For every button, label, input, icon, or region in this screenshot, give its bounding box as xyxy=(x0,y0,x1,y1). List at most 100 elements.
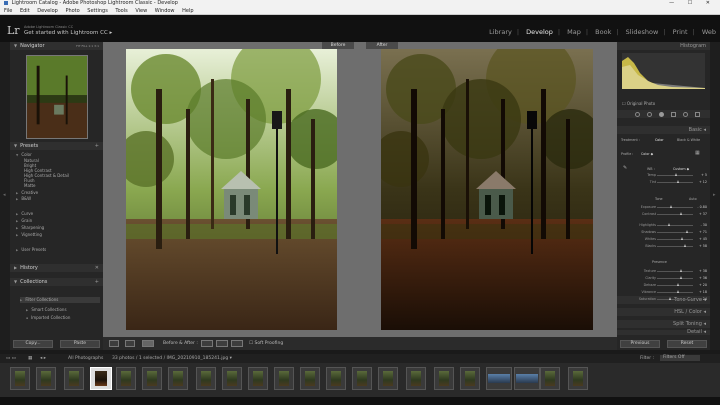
menu-photo[interactable]: Photo xyxy=(65,8,79,14)
menu-file[interactable]: File xyxy=(4,8,12,14)
slider-knob[interactable] xyxy=(683,244,686,247)
tone-auto-button[interactable]: Auto xyxy=(689,197,697,202)
slider-value[interactable]: - 0.80 xyxy=(697,205,707,209)
slider-dehaze[interactable]: Dehaze + 20 xyxy=(617,283,710,288)
preset-group-sharpening[interactable]: ▶ Sharpening xyxy=(16,225,44,231)
filter-select[interactable]: Filters Off xyxy=(660,355,700,361)
histogram[interactable] xyxy=(622,53,705,89)
slider-knob[interactable] xyxy=(680,269,683,272)
filmstrip-thumb[interactable] xyxy=(326,367,346,390)
slider-value[interactable]: + 12 xyxy=(699,180,707,184)
preset-group-bw[interactable]: ▶ B&W xyxy=(16,196,31,202)
filmstrip-thumb[interactable] xyxy=(434,367,454,390)
slider-value[interactable]: + 45 xyxy=(699,237,707,241)
filmstrip-thumb[interactable] xyxy=(222,367,242,390)
previous-button[interactable]: Previous xyxy=(620,340,660,348)
slider-value[interactable]: - 24 xyxy=(701,297,707,301)
slider-contrast[interactable]: Contrast + 37 xyxy=(617,212,710,217)
filmstrip-thumb[interactable] xyxy=(10,367,30,390)
preset-group-user[interactable]: ▶ User Presets xyxy=(16,247,46,253)
filmstrip-thumb[interactable] xyxy=(116,367,136,390)
basic-header[interactable]: Basic ◂ xyxy=(617,126,710,134)
filmstrip-thumb[interactable] xyxy=(142,367,162,390)
filmstrip-thumb[interactable] xyxy=(460,367,480,390)
copy-button[interactable]: Copy... xyxy=(13,340,53,348)
filmstrip-thumb[interactable] xyxy=(406,367,426,390)
crop-tool-icon[interactable] xyxy=(635,112,640,117)
split-toning-header[interactable]: Split Toning ◂ xyxy=(617,320,710,328)
menu-window[interactable]: Window xyxy=(155,8,175,14)
slider-highlights[interactable]: Highlights - 30 xyxy=(617,223,710,228)
slider-value[interactable]: + 5 xyxy=(701,173,707,177)
collections-header[interactable]: ▼ Collections + xyxy=(10,278,103,286)
profile-browser-icon[interactable]: ▦ xyxy=(695,151,700,156)
slider-tint[interactable]: Tint + 12 xyxy=(617,180,710,185)
slider-value[interactable]: + 37 xyxy=(699,212,707,216)
filmstrip-thumb[interactable] xyxy=(196,367,216,390)
wb-eyedropper-icon[interactable]: ✎ xyxy=(623,166,627,171)
filmstrip-thumb[interactable] xyxy=(248,367,268,390)
slider-knob[interactable] xyxy=(668,223,671,226)
slider-track[interactable] xyxy=(657,239,693,240)
before-after-view-button[interactable] xyxy=(142,340,154,347)
slider-value[interactable]: + 58 xyxy=(699,244,707,248)
treatment-bw[interactable]: Black & White xyxy=(677,138,700,143)
filmstrip-thumb[interactable] xyxy=(36,367,56,390)
window-controls[interactable]: — ☐ ✕ xyxy=(669,0,716,7)
slider-track[interactable] xyxy=(657,207,693,208)
slider-value[interactable]: + 38 xyxy=(699,269,707,273)
slider-knob[interactable] xyxy=(677,283,680,286)
profile-select[interactable]: Color ◆ xyxy=(641,152,653,157)
collection-smart[interactable]: ▶ Smart Collections xyxy=(26,307,67,313)
menu-settings[interactable]: Settings xyxy=(87,8,108,14)
filmstrip-thumb[interactable] xyxy=(486,367,512,390)
secondary-display-icon[interactable]: ▭ ▭ xyxy=(6,354,16,363)
before-photo[interactable] xyxy=(126,49,337,330)
module-print[interactable]: Print xyxy=(673,28,688,36)
filmstrip-thumb[interactable] xyxy=(568,367,588,390)
filmstrip-thumb[interactable] xyxy=(274,367,294,390)
history-header[interactable]: ▶ History ✕ xyxy=(10,264,103,272)
spot-removal-icon[interactable] xyxy=(647,112,652,117)
filmstrip-thumb[interactable] xyxy=(514,367,540,390)
slider-knob[interactable] xyxy=(677,180,680,183)
radial-filter-icon[interactable] xyxy=(683,112,688,117)
slider-value[interactable]: + 36 xyxy=(699,276,707,280)
slider-knob[interactable] xyxy=(669,205,672,208)
red-eye-icon[interactable] xyxy=(659,112,664,117)
bottom-panel-edge[interactable] xyxy=(0,397,720,405)
filmstrip-thumb[interactable] xyxy=(64,367,84,390)
slider-knob[interactable] xyxy=(679,212,682,215)
slider-whites[interactable]: Whites + 45 xyxy=(617,237,710,242)
view-mode-label[interactable]: Before & After : xyxy=(163,337,198,350)
yy-view-button[interactable] xyxy=(125,340,135,347)
slider-track[interactable] xyxy=(657,278,693,279)
module-book[interactable]: Book xyxy=(595,28,611,36)
navigator-preview[interactable] xyxy=(26,55,88,139)
navigator-zoom[interactable]: FIT FILL 1:1 3:1 xyxy=(76,42,99,50)
menu-edit[interactable]: Edit xyxy=(20,8,30,14)
slider-exposure[interactable]: Exposure - 0.80 xyxy=(617,205,710,210)
reset-button[interactable]: Reset xyxy=(667,340,707,348)
filmstrip-thumb[interactable] xyxy=(378,367,398,390)
swap-settings-button[interactable] xyxy=(231,340,243,347)
slider-blacks[interactable]: Blacks + 58 xyxy=(617,244,710,249)
module-web[interactable]: Web xyxy=(702,28,716,36)
menu-tools[interactable]: Tools xyxy=(115,8,127,14)
filmstrip-thumb[interactable] xyxy=(352,367,372,390)
copy-settings-button[interactable] xyxy=(216,340,228,347)
preset-matte[interactable]: Matte xyxy=(24,183,36,188)
filmstrip-thumb[interactable] xyxy=(300,367,320,390)
original-photo-toggle[interactable]: ☐ Original Photo xyxy=(622,101,655,106)
after-photo[interactable] xyxy=(381,49,593,330)
slider-knob[interactable] xyxy=(681,237,684,240)
menu-develop[interactable]: Develop xyxy=(37,8,58,14)
slider-knob[interactable] xyxy=(679,276,682,279)
histogram-header[interactable]: Histogram xyxy=(617,42,710,50)
soft-proofing-toggle[interactable]: ☐ Soft Proofing xyxy=(249,337,283,350)
hsl-header[interactable]: HSL / Color ◂ xyxy=(617,308,710,316)
grid-view-icon[interactable]: ▦ xyxy=(28,354,32,363)
slider-value[interactable]: + 18 xyxy=(699,290,707,294)
slider-texture[interactable]: Texture + 38 xyxy=(617,269,710,274)
preset-group-vignetting[interactable]: ▶ Vignetting xyxy=(16,232,42,238)
